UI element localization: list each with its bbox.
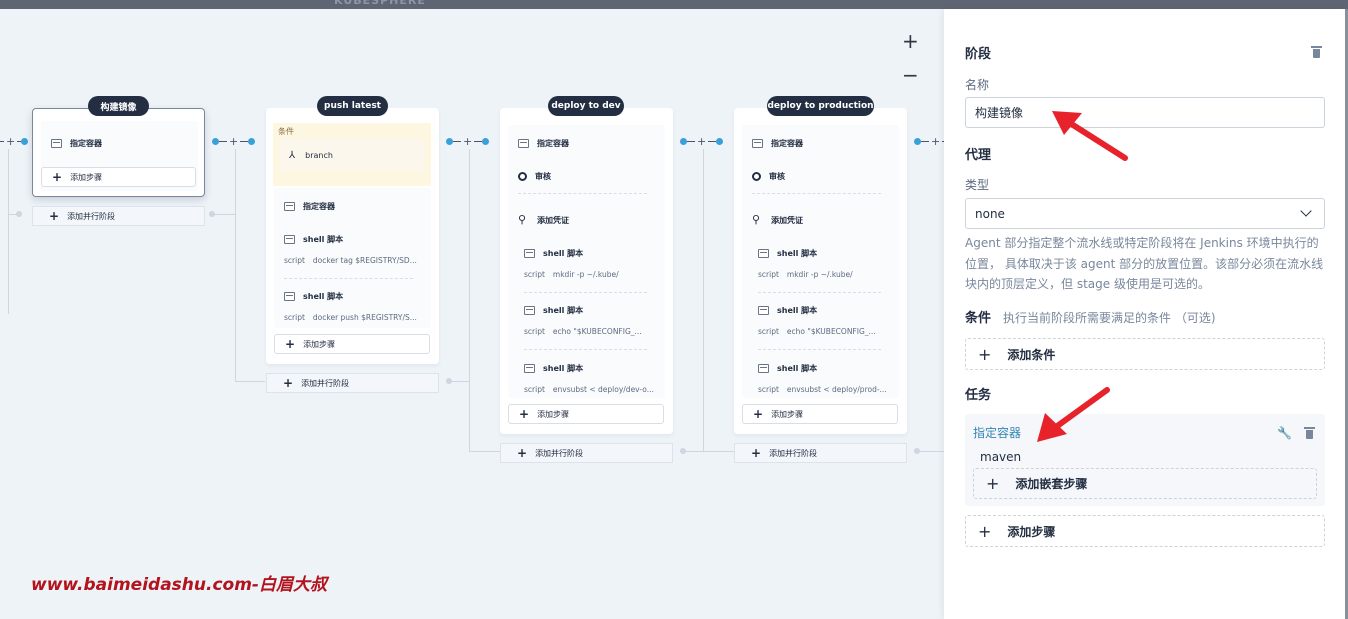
terminal-icon bbox=[524, 364, 535, 373]
condition-description: 执行当前阶段所需要满足的条件 （可选) bbox=[1003, 311, 1216, 325]
plus-icon: + bbox=[986, 474, 1000, 493]
condition-box[interactable]: 条件 ⅄ branch bbox=[273, 123, 431, 186]
stage-card-build-image[interactable]: 指定容器 + 添加步骤 bbox=[32, 108, 205, 197]
step-container[interactable]: 指定容器 bbox=[284, 201, 421, 212]
delete-task-icon[interactable] bbox=[1304, 426, 1315, 439]
terminal-icon bbox=[284, 235, 295, 244]
plus-icon: + bbox=[519, 407, 530, 421]
add-parallel-stage-button[interactable]: + 添加并行阶段 bbox=[266, 373, 439, 393]
stage-card-push-latest[interactable]: 条件 ⅄ branch 指定容器 shell 脚本 script docker ta… bbox=[266, 108, 439, 364]
stage-connector[interactable]: + bbox=[446, 135, 490, 147]
add-step-button[interactable]: + 添加步骤 bbox=[274, 334, 430, 354]
type-label: 类型 bbox=[965, 178, 990, 192]
plus-icon: + bbox=[751, 446, 762, 460]
step-shell[interactable]: shell 脚本 script echo "$KUBECONFIG_... bbox=[524, 305, 655, 336]
annotation-arrow-icon bbox=[1052, 111, 1128, 161]
add-parallel-stage-button[interactable]: + 添加并行阶段 bbox=[32, 206, 205, 226]
task-heading: 任务 bbox=[965, 388, 992, 403]
plus-icon: + bbox=[52, 170, 63, 184]
stage-settings-panel: 阶段 名称 构建镜像 代理 类型 none Agent 部分指定整个流水线或特定… bbox=[944, 9, 1345, 619]
key-icon bbox=[518, 213, 529, 226]
stage-connector[interactable]: + bbox=[0, 135, 29, 147]
branch-icon: ⅄ bbox=[289, 149, 296, 161]
step-shell[interactable]: shell 脚本 script envsubst < deploy/prod-..… bbox=[758, 363, 889, 394]
stage-name-input[interactable]: 构建镜像 bbox=[965, 97, 1325, 128]
add-parallel-stage-button[interactable]: + 添加并行阶段 bbox=[500, 443, 673, 463]
stage-card-deploy-dev[interactable]: 指定容器 审核 添加凭证 shell 脚本 scriptmkdir -p ~/.… bbox=[500, 108, 673, 434]
terminal-icon bbox=[524, 306, 535, 315]
step-review[interactable]: 审核 bbox=[752, 171, 889, 182]
task-value: maven bbox=[980, 450, 1022, 464]
stage-connector[interactable]: + bbox=[212, 135, 256, 147]
plus-icon: + bbox=[753, 407, 764, 421]
task-title: 指定容器 bbox=[973, 426, 1022, 440]
step-credential[interactable]: 添加凭证 bbox=[518, 213, 655, 226]
annotation-arrow-icon bbox=[1037, 387, 1110, 442]
step-container[interactable]: 指定容器 bbox=[518, 138, 655, 149]
step-review[interactable]: 审核 bbox=[518, 171, 655, 182]
step-shell[interactable]: shell 脚本 script docker push $REGISTRY/S..… bbox=[284, 291, 421, 322]
pipeline-canvas: + − + 构建镜像 指定容器 + 添加步骤 + 添加并行阶段 + push lat… bbox=[0, 9, 944, 619]
container-icon bbox=[518, 139, 529, 148]
stage-pill-build-image[interactable]: 构建镜像 bbox=[88, 96, 149, 116]
zoom-in-button[interactable]: + bbox=[902, 29, 919, 53]
watermark-text: www.baimeidashu.com-白眉大叔 bbox=[31, 575, 327, 595]
plus-icon: + bbox=[978, 344, 992, 364]
plus-icon: + bbox=[517, 446, 528, 460]
review-icon bbox=[752, 172, 761, 181]
step-container[interactable]: 指定容器 bbox=[51, 138, 188, 149]
terminal-icon bbox=[758, 306, 769, 315]
add-step-panel-button[interactable]: + 添加步骤 bbox=[965, 515, 1325, 547]
task-item[interactable]: 指定容器 🔧 maven + 添加嵌套步骤 bbox=[965, 414, 1325, 506]
terminal-icon bbox=[758, 364, 769, 373]
terminal-icon bbox=[524, 249, 535, 258]
step-shell[interactable]: shell 脚本 script echo "$KUBECONFIG_... bbox=[758, 305, 889, 336]
plus-icon: + bbox=[285, 337, 296, 351]
review-icon bbox=[518, 172, 527, 181]
zoom-out-button[interactable]: − bbox=[902, 63, 919, 87]
key-icon bbox=[752, 213, 763, 226]
step-shell[interactable]: shell 脚本 script mkdir -p ~/.kube/ bbox=[758, 248, 889, 279]
name-label: 名称 bbox=[965, 78, 990, 92]
agent-description: Agent 部分指定整个流水线或特定阶段将在 Jenkins 环境中执行的位置，… bbox=[965, 236, 1324, 291]
stage-connector[interactable]: + bbox=[680, 135, 724, 147]
condition-item[interactable]: ⅄ branch bbox=[279, 139, 425, 171]
app-logo: KUBESPHERE bbox=[334, 0, 426, 7]
step-shell[interactable]: shell 脚本 script mkdir -p ~/.kube/ bbox=[524, 248, 655, 279]
add-step-button[interactable]: + 添加步骤 bbox=[508, 404, 664, 424]
plus-icon: + bbox=[283, 376, 294, 390]
agent-heading: 代理 bbox=[965, 148, 992, 163]
add-step-button[interactable]: + 添加步骤 bbox=[41, 167, 196, 187]
terminal-icon bbox=[758, 249, 769, 258]
agent-type-select[interactable]: none bbox=[965, 198, 1325, 229]
stage-pill-push-latest[interactable]: push latest bbox=[317, 96, 388, 116]
add-nested-step-button[interactable]: + 添加嵌套步骤 bbox=[973, 468, 1317, 499]
delete-stage-icon[interactable] bbox=[1311, 45, 1322, 58]
terminal-icon bbox=[284, 292, 295, 301]
plus-icon: + bbox=[49, 209, 60, 223]
container-icon bbox=[284, 202, 295, 211]
container-icon bbox=[51, 139, 62, 148]
step-credential[interactable]: 添加凭证 bbox=[752, 213, 889, 226]
stage-connector[interactable]: + bbox=[914, 135, 944, 147]
edit-task-icon[interactable]: 🔧 bbox=[1277, 427, 1292, 439]
chevron-down-icon bbox=[1300, 205, 1312, 217]
container-icon bbox=[752, 139, 763, 148]
stage-card-deploy-production[interactable]: 指定容器 审核 添加凭证 shell 脚本 scriptmkdir -p ~/.… bbox=[734, 108, 907, 434]
step-shell[interactable]: shell 脚本 script envsubst < deploy/dev-o..… bbox=[524, 363, 655, 394]
stage-pill-deploy-dev[interactable]: deploy to dev bbox=[548, 96, 624, 116]
stage-pill-deploy-production[interactable]: deploy to production bbox=[767, 96, 874, 116]
stage-heading: 阶段 bbox=[965, 47, 992, 62]
step-container[interactable]: 指定容器 bbox=[752, 138, 889, 149]
add-step-button[interactable]: + 添加步骤 bbox=[742, 404, 898, 424]
add-condition-button[interactable]: + 添加条件 bbox=[965, 338, 1325, 370]
add-parallel-stage-button[interactable]: + 添加并行阶段 bbox=[734, 443, 907, 463]
top-bar: KUBESPHERE bbox=[0, 0, 1348, 9]
condition-heading: 条件 bbox=[965, 311, 992, 326]
step-shell[interactable]: shell 脚本 script docker tag $REGISTRY/SD..… bbox=[284, 234, 421, 265]
plus-icon: + bbox=[978, 521, 992, 541]
